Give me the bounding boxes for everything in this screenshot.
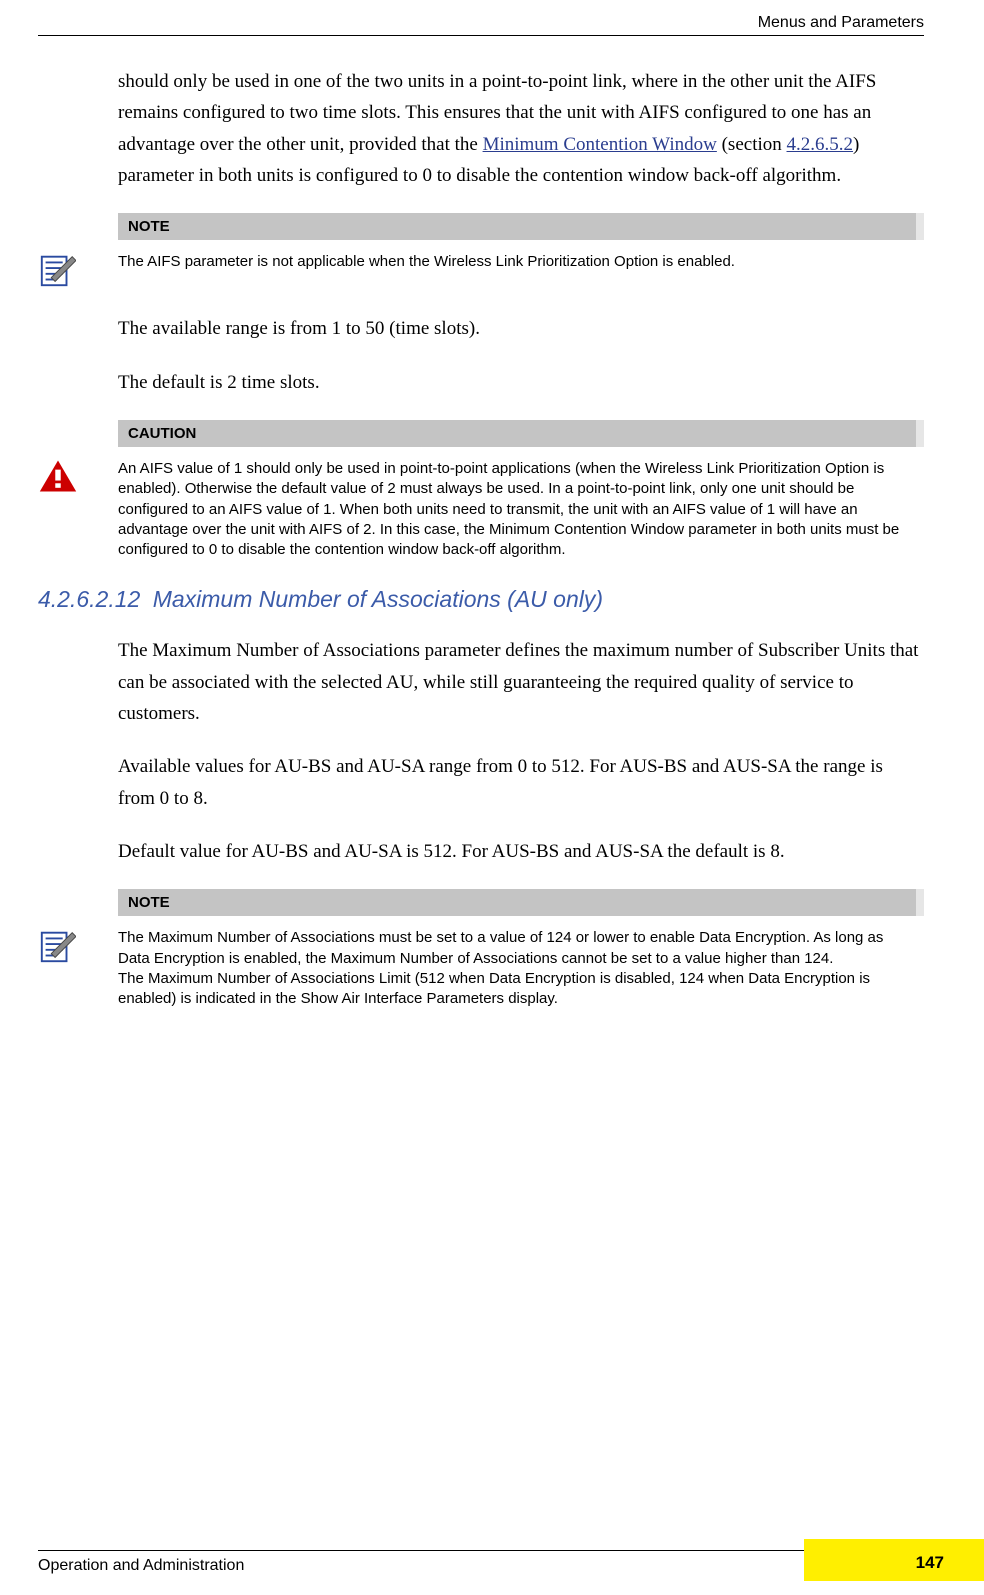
section-name: Maximum Number of Associations (AU only)	[153, 586, 603, 612]
note-icon	[38, 889, 84, 965]
caution-icon	[38, 420, 84, 494]
intro-text-b: (section	[717, 134, 787, 155]
link-section-ref[interactable]: 4.2.6.5.2	[787, 134, 854, 155]
yellow-thumb-tab	[804, 1539, 984, 1581]
note2-line2: The Maximum Number of Associations Limit…	[118, 970, 870, 1007]
header-section: Menus and Parameters	[38, 14, 924, 32]
note2-line1: The Maximum Number of Associations must …	[118, 929, 883, 966]
caution-body: An AIFS value of 1 should only be used i…	[118, 459, 924, 560]
range-paragraph: The available range is from 1 to 50 (tim…	[118, 313, 924, 344]
page-number: 147	[916, 1553, 944, 1573]
section-heading: 4.2.6.2.12 Maximum Number of Association…	[38, 586, 924, 613]
note-callout-1: NOTE The AIFS parameter is not applicabl…	[38, 213, 924, 289]
header-rule	[38, 35, 924, 36]
note-callout-2: NOTE The Maximum Number of Associations …	[38, 889, 924, 1009]
assoc-p2: Available values for AU-BS and AU-SA ran…	[118, 751, 924, 814]
note-body: The Maximum Number of Associations must …	[118, 928, 924, 1009]
intro-paragraph: should only be used in one of the two un…	[118, 66, 924, 191]
note-header: NOTE	[118, 213, 924, 240]
default-paragraph: The default is 2 time slots.	[118, 367, 924, 398]
page-footer: Operation and Administration 147	[38, 1550, 924, 1575]
footer-left: Operation and Administration	[38, 1557, 244, 1575]
caution-header: CAUTION	[118, 420, 924, 447]
note-body: The AIFS parameter is not applicable whe…	[118, 252, 924, 272]
assoc-p3: Default value for AU-BS and AU-SA is 512…	[118, 836, 924, 867]
footer-rule	[38, 1550, 804, 1551]
note-header: NOTE	[118, 889, 924, 916]
link-min-contention-window[interactable]: Minimum Contention Window	[483, 134, 717, 155]
caution-callout: CAUTION An AIFS value of 1 should only b…	[38, 420, 924, 560]
section-number: 4.2.6.2.12	[38, 586, 140, 612]
assoc-p1: The Maximum Number of Associations param…	[118, 635, 924, 729]
note-icon	[38, 213, 84, 289]
